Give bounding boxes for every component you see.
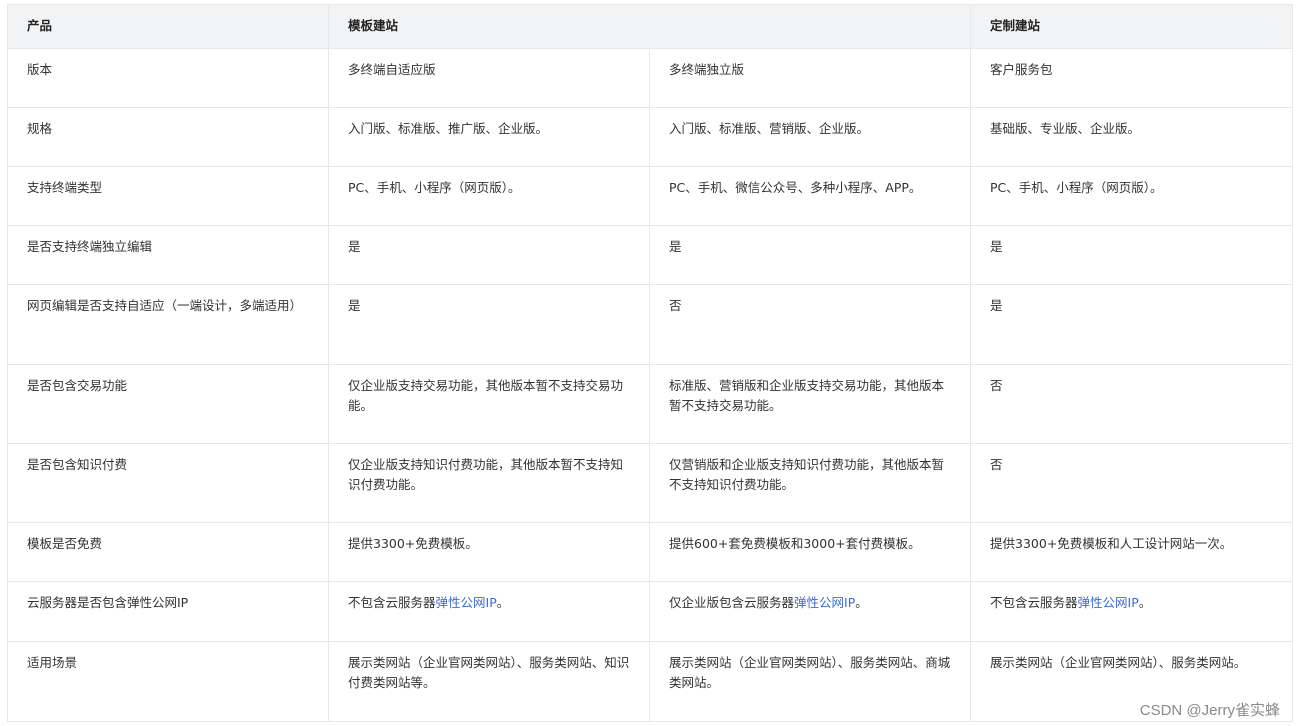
table-cell: 多终端自适应版 <box>328 48 650 108</box>
header-product: 产品 <box>7 4 329 49</box>
table-cell: 提供3300+免费模板和人工设计网站一次。 <box>970 522 1294 582</box>
cell-text: 。 <box>1138 595 1152 610</box>
table-row: 规格 入门版、标准版、推广版、企业版。 入门版、标准版、营销版、企业版。 基础版… <box>7 107 1294 167</box>
table-row: 适用场景 展示类网站（企业官网类网站）、服务类网站、知识付费类网站等。 展示类网… <box>7 641 1294 722</box>
table-row: 是否包含知识付费 仅企业版支持知识付费功能，其他版本暂不支持知识付费功能。 仅营… <box>7 443 1294 523</box>
table-cell: PC、手机、微信公众号、多种小程序、APP。 <box>648 166 972 226</box>
table-cell: 基础版、专业版、企业版。 <box>970 107 1294 167</box>
table-cell: 提供3300+免费模板。 <box>328 522 650 582</box>
row-label: 是否支持终端独立编辑 <box>7 225 329 285</box>
table-row: 云服务器是否包含弹性公网IP 不包含云服务器弹性公网IP。 仅企业版包含云服务器… <box>7 581 1294 642</box>
cell-text: 。 <box>855 595 868 610</box>
row-label: 模板是否免费 <box>7 522 329 582</box>
row-label: 是否包含交易功能 <box>7 364 329 444</box>
table-cell: 否 <box>648 284 972 365</box>
cell-text: 不包含云服务器 <box>990 595 1078 610</box>
elastic-ip-link[interactable]: 弹性公网IP <box>794 595 855 610</box>
watermark: CSDN @Jerry雀实蜂 <box>1139 702 1280 719</box>
elastic-ip-link[interactable]: 弹性公网IP <box>436 595 497 610</box>
table-cell: 多终端独立版 <box>648 48 972 108</box>
table-cell: 否 <box>970 443 1294 523</box>
table-cell: 是 <box>970 284 1294 365</box>
row-label: 适用场景 <box>7 641 329 722</box>
table-cell: 否 <box>970 364 1294 444</box>
table-row: 模板是否免费 提供3300+免费模板。 提供600+套免费模板和3000+套付费… <box>7 522 1294 582</box>
table-cell: PC、手机、小程序（网页版）。 <box>970 166 1294 226</box>
table-cell: 仅企业版支持知识付费功能，其他版本暂不支持知识付费功能。 <box>328 443 650 523</box>
row-label: 云服务器是否包含弹性公网IP <box>7 581 329 642</box>
row-label: 版本 <box>7 48 329 108</box>
table-row: 是否支持终端独立编辑 是 是 是 <box>7 225 1294 285</box>
header-template-site: 模板建站 <box>327 4 972 49</box>
table-cell: 是 <box>328 284 650 365</box>
row-label: 网页编辑是否支持自适应（一端设计，多端适用） <box>7 284 329 365</box>
table-row: 版本 多终端自适应版 多终端独立版 客户服务包 <box>7 48 1294 108</box>
table-cell: 是 <box>328 225 650 285</box>
table-cell: 仅企业版支持交易功能，其他版本暂不支持交易功能。 <box>328 364 650 444</box>
table-cell: 展示类网站（企业官网类网站）、服务类网站、商城类网站。 <box>648 641 972 722</box>
table-cell: PC、手机、小程序（网页版）。 <box>328 166 650 226</box>
row-label: 支持终端类型 <box>7 166 329 226</box>
table-cell: 展示类网站（企业官网类网站）、服务类网站、知识付费类网站等。 <box>328 641 650 722</box>
table-cell: 不包含云服务器弹性公网IP。 <box>970 581 1294 642</box>
cell-text: 不包含云服务器 <box>348 595 436 610</box>
cell-text: 仅企业版包含云服务器 <box>669 595 795 610</box>
table-cell: 提供600+套免费模板和3000+套付费模板。 <box>648 522 972 582</box>
table-cell: 客户服务包 <box>970 48 1294 108</box>
table-header-row: 产品 模板建站 定制建站 <box>7 4 1294 49</box>
elastic-ip-link[interactable]: 弹性公网IP <box>1078 595 1139 610</box>
table-row: 是否包含交易功能 仅企业版支持交易功能，其他版本暂不支持交易功能。 标准版、营销… <box>7 364 1294 444</box>
table-cell: 是 <box>970 225 1294 285</box>
table-cell: 标准版、营销版和企业版支持交易功能，其他版本暂不支持交易功能。 <box>648 364 972 444</box>
table-row: 支持终端类型 PC、手机、小程序（网页版）。 PC、手机、微信公众号、多种小程序… <box>7 166 1294 226</box>
table-cell: 不包含云服务器弹性公网IP。 <box>328 581 650 642</box>
row-label: 是否包含知识付费 <box>7 443 329 523</box>
table-cell: 仅企业版包含云服务器弹性公网IP。 <box>648 581 972 642</box>
header-custom-site: 定制建站 <box>970 4 1294 49</box>
table-cell: 是 <box>648 225 972 285</box>
table-cell: 入门版、标准版、营销版、企业版。 <box>648 107 972 167</box>
table-cell: 入门版、标准版、推广版、企业版。 <box>328 107 650 167</box>
comparison-table: 产品 模板建站 定制建站 版本 多终端自适应版 多终端独立版 客户服务包 规格 … <box>7 4 1294 722</box>
row-label: 规格 <box>7 107 329 167</box>
table-row: 网页编辑是否支持自适应（一端设计，多端适用） 是 否 是 <box>7 284 1294 365</box>
table-cell: 仅营销版和企业版支持知识付费功能，其他版本暂不支持知识付费功能。 <box>648 443 972 523</box>
cell-text: 。 <box>496 595 510 610</box>
